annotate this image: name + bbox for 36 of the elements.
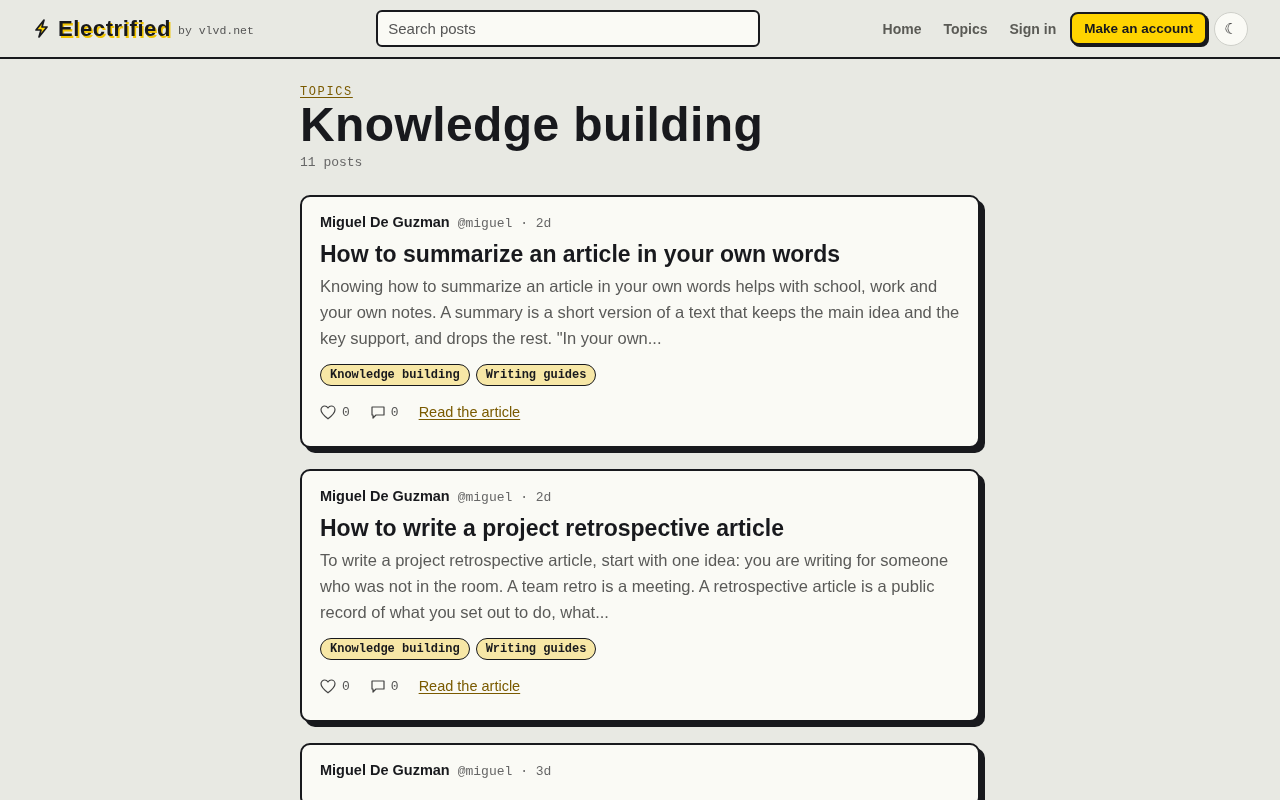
nav-link[interactable]: Home <box>882 20 922 37</box>
author-name: Miguel De Guzman <box>320 762 450 778</box>
site-byline: by vlvd.net <box>178 23 254 37</box>
comment-count: 0 <box>390 404 399 420</box>
site-logo[interactable]: Electrified <box>58 15 171 42</box>
lightning-bolt-icon <box>34 19 49 38</box>
tag-chip[interactable]: Knowledge building <box>320 638 470 660</box>
speech-bubble-icon <box>370 405 385 419</box>
sign-up-button[interactable]: Make an account <box>1070 12 1207 45</box>
post-meta: @miguel · 3d <box>457 764 552 779</box>
post-count: 11 posts <box>300 155 363 171</box>
search-field[interactable]: Search posts <box>376 10 761 47</box>
theme-toggle-button[interactable]: ☾ <box>1214 11 1248 46</box>
post-meta: @miguel · 2d <box>457 490 552 505</box>
like-count: 0 <box>342 404 350 420</box>
heart-icon <box>320 678 336 694</box>
tag-chip[interactable]: Knowledge building <box>320 364 470 386</box>
comment-count: 0 <box>390 678 399 694</box>
post-meta: @miguel · 2d <box>457 216 552 231</box>
nav-link[interactable]: Topics <box>943 20 988 37</box>
post-excerpt: To write a project retrospective article, start with one idea: you are writing for someone who was not in the room. A team retro is a meeting. A retrospective article is a public record of what you set out to do, what... <box>320 550 950 623</box>
read-article-link[interactable]: Read the article <box>418 678 521 694</box>
post-excerpt: Knowing how to summarize an article in your own words helps with school, work and your own notes. A summary is a short version of a text that keeps the main idea and the key support, and drops the rest. "In your own... <box>320 276 960 349</box>
author-name: Miguel De Guzman <box>320 488 450 504</box>
breadcrumb-link[interactable]: TOPICS <box>300 85 353 99</box>
like-count: 0 <box>342 678 350 694</box>
tag-chip[interactable]: Writing guides <box>475 638 597 660</box>
page-title: Knowledge building <box>300 99 764 151</box>
speech-bubble-icon <box>370 679 385 693</box>
heart-icon <box>320 404 336 420</box>
tag-chip[interactable]: Writing guides <box>475 364 597 386</box>
post-title[interactable]: How to write a project retrospective article <box>320 513 960 543</box>
author-name: Miguel De Guzman <box>320 214 450 230</box>
nav-link[interactable]: Sign in <box>1009 20 1057 37</box>
post-title[interactable]: How to summarize an article in your own words <box>320 239 960 269</box>
read-article-link[interactable]: Read the article <box>418 404 521 420</box>
